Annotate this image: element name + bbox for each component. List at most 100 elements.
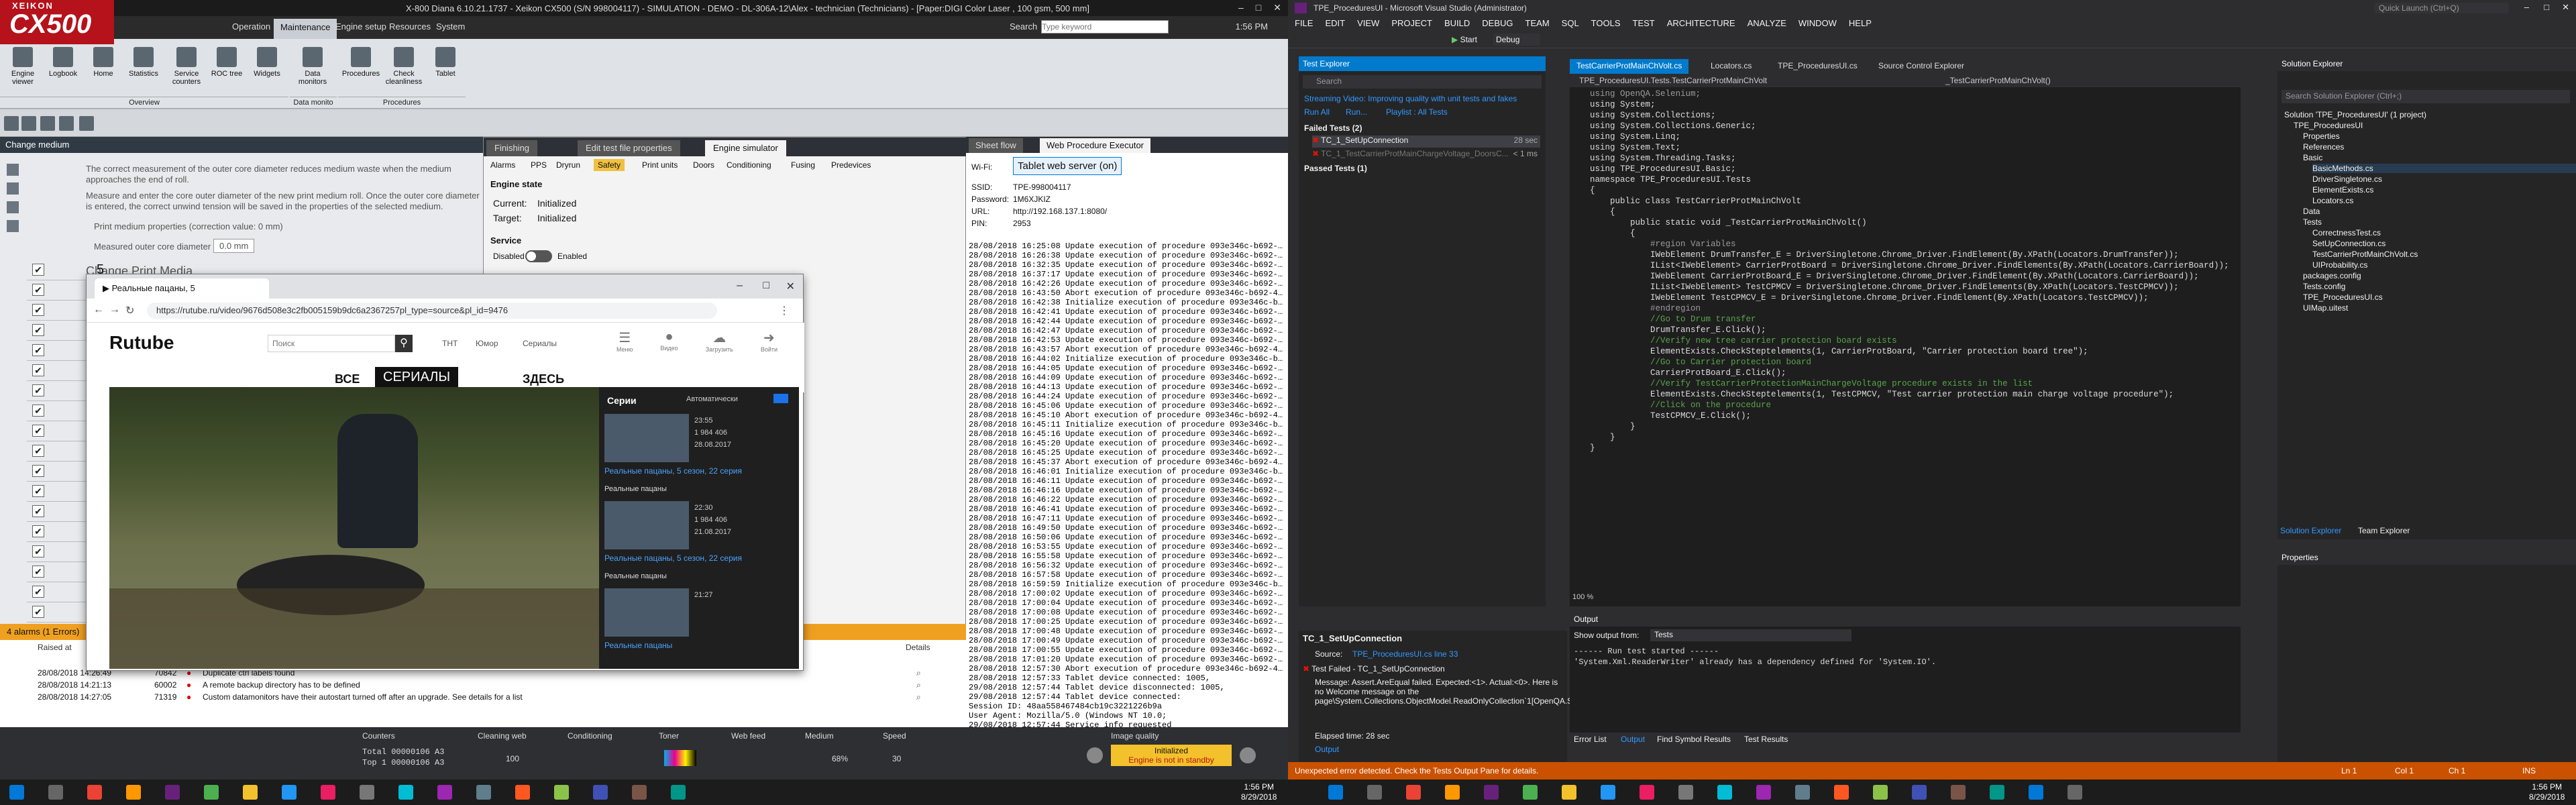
passed-tests-group[interactable]: Passed Tests (1) (1304, 164, 1367, 173)
taskbar-app-icon[interactable] (1834, 785, 1849, 800)
tool-icon[interactable] (7, 201, 19, 213)
taskbar-app-icon[interactable] (204, 785, 219, 800)
diameter-input[interactable]: 0.0 mm (213, 239, 255, 253)
menu-operation[interactable]: Operation (232, 21, 270, 32)
vs-menu-item[interactable]: WINDOW (1799, 18, 1837, 28)
taskbar-app-icon[interactable] (593, 785, 608, 800)
step-checkbox[interactable]: ✔ (32, 465, 44, 477)
solution-item[interactable]: CorrectnessTest.cs (2312, 228, 2576, 237)
option-measured[interactable]: Measured outer core diameter (94, 241, 211, 252)
vs-menu-item[interactable]: VIEW (1357, 18, 1379, 28)
step-checkbox[interactable]: ✔ (32, 606, 44, 618)
tool-icon[interactable] (4, 116, 19, 131)
tab-find-symbol[interactable]: Find Symbol Results (1657, 735, 1731, 744)
type-navigator[interactable]: TPE_ProceduresUI.Tests.TestCarrierProtMa… (1579, 76, 1767, 85)
video-button[interactable]: ● Видео (660, 329, 678, 359)
subtab-dryrun[interactable]: Dryrun (556, 160, 580, 170)
step-checkbox[interactable]: ✔ (32, 425, 44, 437)
episode-title[interactable]: Реальные пацаны, 5 сезон, 22 серия (604, 553, 790, 563)
solution-item[interactable]: Properties (2303, 131, 2571, 141)
solution-item[interactable]: Basic (2303, 153, 2571, 162)
solution-item[interactable]: SetUpConnection.cs (2312, 239, 2576, 248)
taskbar-app-icon[interactable] (1756, 785, 1771, 800)
subtab-fusing[interactable]: Fusing (791, 160, 815, 170)
solution-item[interactable]: Solution 'TPE_ProceduresUI' (1 project) (2284, 110, 2553, 119)
back-icon[interactable]: ← (93, 304, 104, 316)
reload-icon[interactable]: ↻ (125, 304, 134, 317)
start-button[interactable]: ▶ Start (1449, 34, 1489, 46)
rutube-logo[interactable]: Rutube (109, 332, 174, 354)
step-checkbox[interactable]: ✔ (32, 284, 44, 296)
browser-tab[interactable]: ▶ Реальные пацаны, 5 (95, 278, 269, 299)
tablet-web-server-button[interactable]: Tablet web server (on) (1013, 157, 1122, 175)
menu-maintenance[interactable]: Maintenance (274, 19, 337, 39)
taskbar-app-icon[interactable] (2029, 785, 2043, 800)
taskbar-app-icon[interactable] (1562, 785, 1576, 800)
episode-thumbnail[interactable] (604, 588, 689, 637)
taskbar-app-icon[interactable] (1523, 785, 1538, 800)
taskbar-app-icon[interactable] (476, 785, 491, 800)
close-icon[interactable]: ✕ (786, 280, 795, 293)
upload-button[interactable]: ☁ Загрузить (706, 329, 733, 359)
step-checkbox[interactable]: ✔ (32, 586, 44, 598)
taskbar-app-icon[interactable] (671, 785, 686, 800)
taskbar-app-icon[interactable] (87, 785, 102, 800)
subtab-safety[interactable]: Safety (594, 159, 625, 171)
taskbar-app-icon[interactable] (360, 785, 374, 800)
ribbon-statistics[interactable]: Statistics (123, 47, 164, 78)
subtab-pps[interactable]: PPS (531, 160, 547, 170)
solution-item[interactable]: Data (2303, 207, 2571, 216)
taskbar-app-icon[interactable] (437, 785, 452, 800)
test-item[interactable]: ✖ TC_1_TestCarrierProtMainChargeVoltage_… (1312, 149, 1540, 161)
member-navigator[interactable]: _TestCarrierProtMainChVolt() (1945, 76, 2051, 85)
category-series[interactable]: СЕРИАЛЫ (375, 367, 459, 388)
vs-menu-item[interactable]: SQL (1562, 18, 1579, 28)
run-all-link[interactable]: Run All (1304, 107, 1330, 117)
subtab-conditioning[interactable]: Conditioning (727, 160, 771, 170)
test-item[interactable]: ✖ TC_1_SetUpConnection 28 sec (1312, 136, 1540, 148)
category-here[interactable]: ЗДЕСЬ (523, 372, 564, 386)
step-checkbox[interactable]: ✔ (32, 364, 44, 376)
play-icon[interactable] (1087, 747, 1103, 763)
tab-team-explorer[interactable]: Team Explorer (2358, 526, 2410, 535)
search-icon[interactable]: ⚲ (395, 335, 413, 352)
service-toggle[interactable] (525, 250, 552, 262)
tab-error-list[interactable]: Error List (1574, 735, 1607, 744)
taskbar-app-icon[interactable] (282, 785, 297, 800)
tool-icon[interactable] (7, 164, 19, 176)
magnify-icon[interactable]: ⌕ (916, 680, 921, 690)
tab-output[interactable]: Output (1621, 735, 1645, 744)
minimize-icon[interactable]: – (1238, 2, 1244, 13)
menu-system[interactable]: System (436, 21, 465, 32)
ribbon-check-cleanliness[interactable]: Check cleanliness (384, 47, 424, 86)
taskbar-app-icon[interactable] (1484, 785, 1499, 800)
server-explorer-strip[interactable] (1288, 56, 1299, 258)
code-text[interactable]: using OpenQA.Selenium; using System; using… (1590, 89, 2234, 585)
streaming-video-banner[interactable]: Streaming Video: Improving quality with … (1304, 94, 1517, 103)
nav-series[interactable]: Сериалы (523, 339, 557, 348)
tool-icon[interactable] (40, 116, 55, 131)
ribbon-engine-viewer[interactable]: Engine viewer (3, 47, 43, 86)
tool-icon[interactable] (7, 220, 19, 232)
solution-item[interactable]: Tests (2303, 217, 2571, 227)
taskbar-app-icon[interactable] (243, 785, 258, 800)
ribbon-data-monitors[interactable]: Data monitors (292, 47, 333, 86)
step-checkbox[interactable]: ✔ (32, 324, 44, 336)
subtab-print-units[interactable]: Print units (642, 160, 678, 170)
taskbar-app-icon[interactable] (398, 785, 413, 800)
url-value[interactable]: http://192.168.137.1:8080/ (1013, 207, 1107, 216)
solution-item[interactable]: TPE_ProceduresUI (2294, 121, 2562, 130)
forward-icon[interactable]: → (109, 304, 120, 316)
vs-menu-item[interactable]: ARCHITECTURE (1667, 18, 1735, 28)
taskbar-app-icon[interactable] (1873, 785, 1888, 800)
taskbar-app-icon[interactable] (1601, 785, 1615, 800)
taskbar-app-icon[interactable] (554, 785, 569, 800)
alert-row[interactable]: 28/08/2018 14:27:05 71319 ● Custom datamoni… (0, 692, 939, 704)
step-checkbox[interactable]: ✔ (32, 445, 44, 457)
magnify-icon[interactable]: ⌕ (916, 668, 921, 678)
maximize-icon[interactable]: □ (763, 280, 769, 292)
minimize-icon[interactable]: – (737, 280, 743, 292)
subtab-alarms[interactable]: Alarms (490, 160, 515, 170)
step-checkbox[interactable]: ✔ (32, 264, 44, 276)
taskbar-app-icon[interactable] (1640, 785, 1654, 800)
